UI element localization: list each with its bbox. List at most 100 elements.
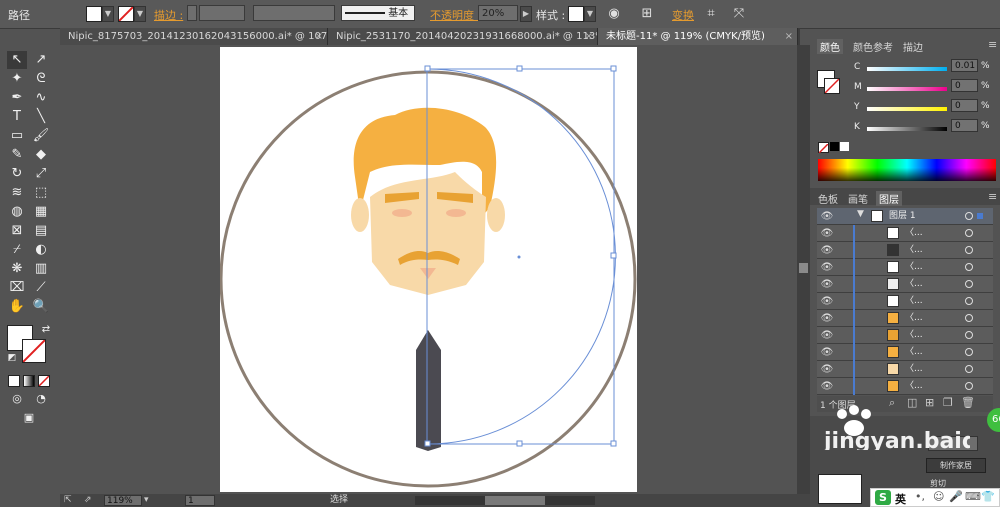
layer-row[interactable]: 👁 〈... (817, 378, 993, 395)
zoom-tool-icon[interactable]: 🔍 (31, 298, 51, 316)
tab-color-guide[interactable]: 颜色参考 (853, 39, 893, 54)
tab-document-2[interactable]: Nipic_2531170_20140420231931668000.ai* @… (328, 28, 598, 45)
direct-selection-tool-icon[interactable]: ↗ (31, 51, 51, 69)
ime-voice-icon[interactable]: 🎤 (949, 490, 963, 503)
left-ear[interactable] (351, 198, 369, 232)
close-icon[interactable]: × (315, 28, 323, 45)
warp-tool-icon[interactable]: ≋ (7, 184, 27, 202)
align-icon[interactable]: ⊞ (638, 5, 656, 23)
left-eye[interactable] (392, 209, 412, 217)
rotate-tool-icon[interactable]: ↻ (7, 165, 27, 183)
color-spectrum[interactable] (818, 159, 996, 181)
opacity-dropdown-icon[interactable]: ▶ (520, 6, 532, 22)
expand-triangle-icon[interactable]: ▼ (857, 209, 864, 219)
cyan-value-field[interactable]: 0.01 (951, 59, 978, 72)
artboard[interactable] (219, 47, 637, 492)
line-tool-icon[interactable]: ╲ (31, 108, 51, 126)
page-field[interactable]: 1 (185, 495, 215, 506)
ime-punct-icon[interactable]: •, (915, 490, 925, 503)
ime-skin-icon[interactable]: 👕 (981, 490, 995, 503)
scale-tool-icon[interactable]: ⤢ (31, 165, 51, 183)
stroke-dropdown-icon[interactable]: ▼ (134, 6, 146, 22)
visibility-eye-icon[interactable]: 👁 (820, 261, 834, 274)
sublayer-name[interactable]: 〈... (905, 276, 923, 293)
cyan-slider[interactable] (867, 67, 947, 71)
sublayer-name[interactable]: 〈... (905, 293, 923, 310)
swap-colors-icon[interactable]: ⇄ (36, 321, 56, 339)
lasso-tool-icon[interactable]: ᘓ (31, 70, 51, 88)
magenta-value-field[interactable]: 0 (951, 79, 978, 92)
blend-tool-icon[interactable]: ◐ (31, 241, 51, 259)
selection-handle[interactable] (516, 440, 523, 447)
none-mode-icon[interactable] (38, 375, 50, 387)
layer-row[interactable]: 👁 〈... (817, 225, 993, 242)
close-icon[interactable]: × (785, 28, 793, 45)
black-slider[interactable] (867, 127, 947, 131)
layer-row[interactable]: 👁 〈... (817, 259, 993, 276)
target-icon[interactable] (965, 212, 973, 220)
layer-row[interactable]: 👁 〈... (817, 276, 993, 293)
layer-row[interactable]: 👁 〈... (817, 310, 993, 327)
perspective-grid-tool-icon[interactable]: ▦ (31, 203, 51, 221)
black-value-field[interactable]: 0 (951, 119, 978, 132)
rectangle-tool-icon[interactable]: ▭ (7, 127, 27, 145)
lower-panel-button[interactable]: 制作家居 (926, 458, 986, 473)
draw-mode-icon[interactable]: ◎ (7, 390, 27, 408)
artboard-tool-icon[interactable]: ⌧ (7, 279, 27, 297)
vertical-scrollbar[interactable] (797, 45, 810, 494)
gradient-mode-icon[interactable] (23, 375, 35, 387)
magenta-slider[interactable] (867, 87, 947, 91)
artboard-nav-icon[interactable]: ⇱ (64, 494, 72, 507)
visibility-eye-icon[interactable]: 👁 (820, 278, 834, 291)
tab-layers[interactable]: 图层 (876, 191, 902, 206)
type-tool-icon[interactable]: T (7, 108, 27, 126)
stroke-weight-field[interactable] (199, 5, 245, 21)
stroke-swatch[interactable] (118, 6, 134, 22)
layer-row[interactable]: 👁 〈... (817, 344, 993, 361)
sublayer-name[interactable]: 〈... (905, 344, 923, 361)
gradient-tool-icon[interactable]: ▤ (31, 222, 51, 240)
shape-builder-tool-icon[interactable]: ◍ (7, 203, 27, 221)
sublayer-name[interactable]: 〈... (905, 242, 923, 259)
white-swatch[interactable] (840, 142, 849, 151)
tab-color[interactable]: 颜色 (817, 39, 843, 54)
layer-name[interactable]: 图层 1 (889, 208, 916, 225)
visibility-eye-icon[interactable]: 👁 (820, 244, 834, 257)
paintbrush-tool-icon[interactable]: 🖌 (31, 127, 51, 145)
canvas-area[interactable] (60, 45, 800, 494)
hand-tool-icon[interactable]: ✋ (7, 298, 27, 316)
target-icon[interactable] (965, 280, 973, 288)
black-swatch[interactable] (830, 142, 839, 151)
right-eye[interactable] (446, 209, 466, 217)
layer-row[interactable]: 👁 〈... (817, 327, 993, 344)
right-ear[interactable] (487, 198, 505, 232)
column-graph-tool-icon[interactable]: ▥ (31, 260, 51, 278)
target-icon[interactable] (965, 348, 973, 356)
tie[interactable] (416, 330, 441, 451)
tab-brushes[interactable]: 画笔 (848, 191, 868, 206)
brush-definition-field[interactable]: 基本 (341, 5, 415, 21)
opacity-field[interactable]: 20% (478, 5, 518, 21)
symbol-sprayer-tool-icon[interactable]: ❋ (7, 260, 27, 278)
selection-handle[interactable] (424, 440, 431, 447)
ime-emoji-icon[interactable]: ☺ (933, 490, 944, 503)
sublayer-name[interactable]: 〈... (905, 225, 923, 242)
layer-row-parent[interactable]: 👁 ▼ 图层 1 (817, 208, 993, 225)
horizontal-scroll-thumb[interactable] (485, 496, 545, 505)
visibility-eye-icon[interactable]: 👁 (820, 363, 834, 376)
style-dropdown-icon[interactable]: ▼ (584, 6, 596, 22)
yellow-slider[interactable] (867, 107, 947, 111)
fill-dropdown-icon[interactable]: ▼ (102, 6, 114, 22)
color-stroke-box[interactable] (824, 78, 840, 94)
curvature-tool-icon[interactable]: ∿ (31, 89, 51, 107)
eyedropper-tool-icon[interactable]: ⌿ (7, 241, 27, 259)
tab-stroke[interactable]: 描边 (903, 39, 923, 54)
visibility-eye-icon[interactable]: 👁 (820, 346, 834, 359)
fill-swatch[interactable] (86, 6, 102, 22)
share-icon[interactable]: ⇗ (84, 494, 92, 507)
target-icon[interactable] (965, 263, 973, 271)
stroke-link[interactable]: 描边 : (154, 7, 183, 23)
selection-handle[interactable] (424, 65, 431, 72)
tab-document-1[interactable]: Nipic_8175703_20141230162043156000.ai* @… (60, 28, 328, 45)
graphic-style-swatch[interactable] (568, 6, 584, 22)
